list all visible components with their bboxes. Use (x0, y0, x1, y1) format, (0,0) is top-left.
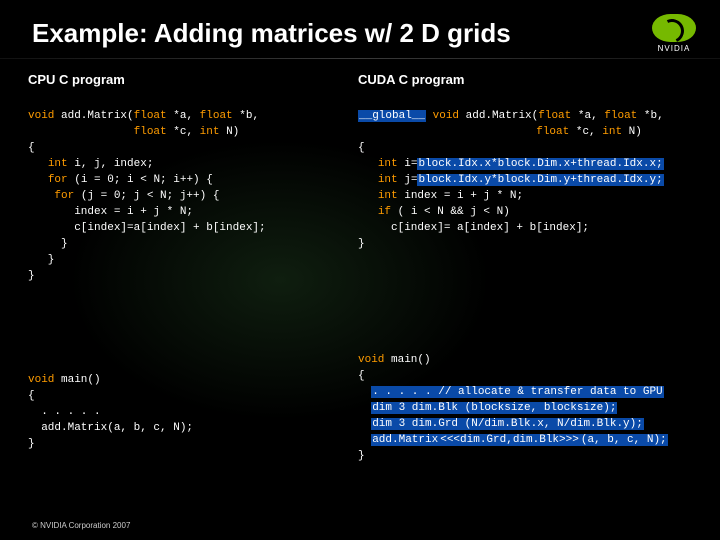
code-indent (358, 206, 378, 218)
right-column-header: CUDA C program (358, 72, 464, 87)
keyword-void: void (28, 110, 54, 122)
code-text (426, 110, 433, 122)
code-text: *a, (167, 110, 200, 122)
code-text: index = i + j * N; (28, 206, 193, 218)
code-indent (358, 174, 378, 186)
code-indent (28, 174, 48, 186)
code-text: N) (622, 126, 642, 138)
highlight-blockidx-y: block.Idx.y*block.Dim.y+thread.Idx.y; (417, 174, 663, 186)
code-text: . . . . . (28, 406, 101, 418)
code-indent (28, 190, 54, 202)
copyright-text: © NVIDIA Corporation 2007 (32, 521, 130, 530)
highlight-blockidx-x: block.Idx.x*block.Dim.x+thread.Idx.x; (417, 158, 663, 170)
code-text: add.Matrix( (459, 110, 538, 122)
keyword-float: float (200, 110, 233, 122)
keyword-int: int (378, 158, 398, 170)
highlight-addmatrix: add.Matrix (371, 434, 439, 446)
code-text: i= (398, 158, 418, 170)
code-brace: } (358, 238, 365, 250)
code-text: (j = 0; j < N; j++) { (74, 190, 219, 202)
code-text: i, j, index; (68, 158, 154, 170)
keyword-float: float (134, 126, 167, 138)
keyword-float: float (538, 110, 571, 122)
code-text: add.Matrix( (54, 110, 133, 122)
code-brace: { (28, 390, 35, 402)
code-text: *b, (637, 110, 663, 122)
brand-text: NVIDIA (658, 44, 691, 53)
highlight-kernel-launch: <<<dim.Grd,dim.Blk>>> (439, 434, 580, 446)
code-text: main() (54, 374, 100, 386)
highlight-global: __global__ (358, 110, 426, 122)
code-text: ( i < N && j < N) (391, 206, 510, 218)
keyword-void: void (28, 374, 54, 386)
header-divider (0, 58, 720, 59)
code-indent (358, 386, 371, 398)
code-indent (358, 402, 371, 414)
code-text: index = i + j * N; (398, 190, 523, 202)
code-indent (28, 126, 134, 138)
code-brace: } (28, 438, 35, 450)
keyword-for: for (48, 174, 68, 186)
code-indent (358, 434, 371, 446)
code-text: c[index]=a[index] + b[index]; (28, 222, 266, 234)
code-indent (358, 158, 378, 170)
code-text: main() (384, 354, 430, 366)
keyword-float: float (604, 110, 637, 122)
nvidia-eye-icon (652, 14, 696, 42)
code-brace: { (358, 370, 365, 382)
code-text: j= (398, 174, 418, 186)
code-brace: { (358, 142, 365, 154)
highlight-args: (a, b, c, N); (580, 434, 668, 446)
nvidia-logo: NVIDIA (646, 14, 702, 60)
code-brace: { (28, 142, 35, 154)
code-brace: } (28, 254, 54, 266)
code-text: N) (219, 126, 239, 138)
code-indent (358, 190, 378, 202)
page-title: Example: Adding matrices w/ 2 D grids (32, 18, 511, 49)
code-text: *c, (569, 126, 602, 138)
keyword-int: int (602, 126, 622, 138)
cpu-code-function: void add.Matrix(float *a, float *b, floa… (28, 108, 348, 284)
code-indent (358, 126, 536, 138)
keyword-float: float (536, 126, 569, 138)
code-brace: } (28, 270, 35, 282)
keyword-int: int (378, 174, 398, 186)
code-text: *c, (167, 126, 200, 138)
keyword-void: void (358, 354, 384, 366)
cuda-code-main: void main() { . . . . . // allocate & tr… (358, 352, 708, 464)
keyword-int: int (48, 158, 68, 170)
keyword-if: if (378, 206, 391, 218)
cpu-code-main: void main() { . . . . . add.Matrix(a, b,… (28, 372, 348, 452)
keyword-int: int (378, 190, 398, 202)
keyword-float: float (134, 110, 167, 122)
left-column-header: CPU C program (28, 72, 125, 87)
code-text: c[index]= a[index] + b[index]; (358, 222, 589, 234)
cuda-code-function: __global__ void add.Matrix(float *a, flo… (358, 108, 708, 252)
code-brace: } (28, 238, 68, 250)
code-brace: } (358, 450, 365, 462)
code-text: (i = 0; i < N; i++) { (68, 174, 213, 186)
code-text: *b, (233, 110, 259, 122)
code-indent (358, 418, 371, 430)
highlight-allocate: . . . . . // allocate & transfer data to… (371, 386, 663, 398)
highlight-dimgrd: dim 3 dim.Grd (N/dim.Blk.x, N/dim.Blk.y)… (371, 418, 644, 430)
highlight-dimblk: dim 3 dim.Blk (blocksize, blocksize); (371, 402, 617, 414)
code-indent (28, 158, 48, 170)
keyword-void: void (433, 110, 459, 122)
keyword-int: int (200, 126, 220, 138)
code-text: add.Matrix(a, b, c, N); (28, 422, 193, 434)
keyword-for: for (54, 190, 74, 202)
code-text: *a, (571, 110, 604, 122)
